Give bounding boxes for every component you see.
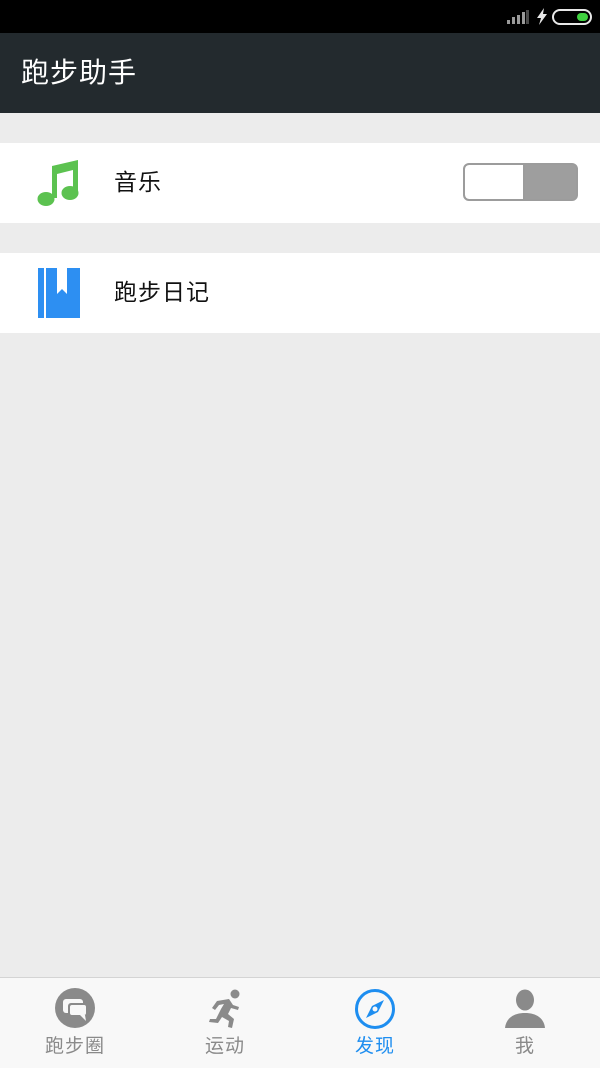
nav-tab-discover[interactable]: 发现 xyxy=(300,978,450,1068)
status-bar xyxy=(0,0,600,33)
music-toggle[interactable] xyxy=(463,163,578,201)
person-icon xyxy=(505,989,545,1028)
chat-bubble-icon xyxy=(55,988,95,1028)
battery-level xyxy=(577,13,588,21)
charging-bolt-icon xyxy=(537,8,547,25)
app-bar: 跑步助手 xyxy=(0,33,600,113)
nav-label: 发现 xyxy=(354,1035,395,1057)
nav-tab-me[interactable]: 我 xyxy=(450,978,600,1068)
bottom-navigation: 跑步圈 运动 发现 我 xyxy=(0,977,600,1068)
list-item-running-diary[interactable]: 跑步日记 xyxy=(0,253,600,333)
nav-label: 运动 xyxy=(204,1035,245,1057)
diary-book-icon xyxy=(38,268,80,318)
music-label: 音乐 xyxy=(114,170,162,196)
battery-icon xyxy=(552,9,592,25)
music-note-icon xyxy=(37,160,79,206)
compass-icon xyxy=(355,989,395,1029)
signal-icon xyxy=(507,10,529,24)
nav-tab-running-circle[interactable]: 跑步圈 xyxy=(0,978,150,1068)
running-diary-label: 跑步日记 xyxy=(114,280,210,306)
nav-label: 我 xyxy=(514,1035,535,1057)
toggle-knob[interactable] xyxy=(465,165,525,199)
list-item-music: 音乐 xyxy=(0,143,600,223)
nav-label: 跑步圈 xyxy=(44,1035,105,1057)
nav-tab-exercise[interactable]: 运动 xyxy=(150,978,300,1068)
page-title: 跑步助手 xyxy=(21,56,138,89)
runner-icon xyxy=(209,989,240,1028)
